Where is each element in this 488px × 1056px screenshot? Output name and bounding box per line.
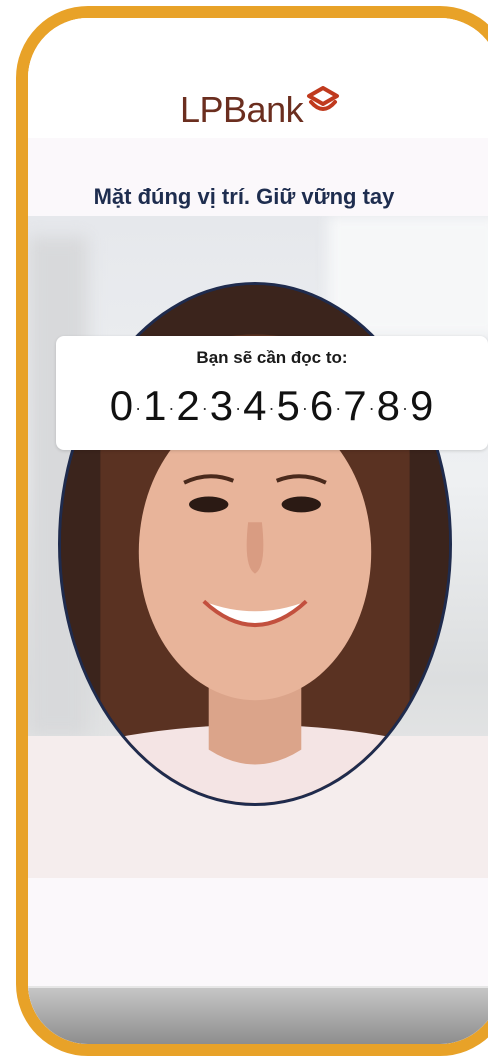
read-aloud-card: Bạn sẽ cần đọc to: 0·1·2·3·4·5·6·7·8·9 (56, 336, 488, 450)
phone-frame: LPBank Mặt đúng vị trí. Giữ vững tay Bạn… (16, 6, 488, 1056)
instruction-text: Mặt đúng vị trí. Giữ vững tay (93, 184, 395, 209)
digit: 3 (209, 382, 235, 429)
digit: 2 (176, 382, 201, 429)
digit-sequence: 0·1·2·3·4·5·6·7·8·9 (109, 382, 435, 429)
lpbank-logo-icon (307, 86, 340, 111)
divider (28, 986, 488, 988)
header: LPBank (28, 18, 488, 138)
digit: 0 (109, 382, 135, 429)
digit: 1 (143, 382, 168, 429)
camera-preview (28, 216, 488, 878)
digit: 8 (376, 382, 401, 429)
digit: 6 (309, 382, 335, 429)
home-indicator-bar (28, 986, 488, 1044)
lpbank-logo: LPBank (180, 86, 341, 130)
screen: LPBank Mặt đúng vị trí. Giữ vững tay Bạn… (28, 18, 488, 1044)
digit: 9 (409, 382, 435, 429)
digit: 7 (343, 382, 368, 429)
digit: 4 (243, 382, 268, 429)
read-aloud-label: Bạn sẽ cần đọc to: (196, 348, 348, 367)
brand-name: LPBank (180, 89, 304, 130)
digit: 5 (276, 382, 301, 429)
